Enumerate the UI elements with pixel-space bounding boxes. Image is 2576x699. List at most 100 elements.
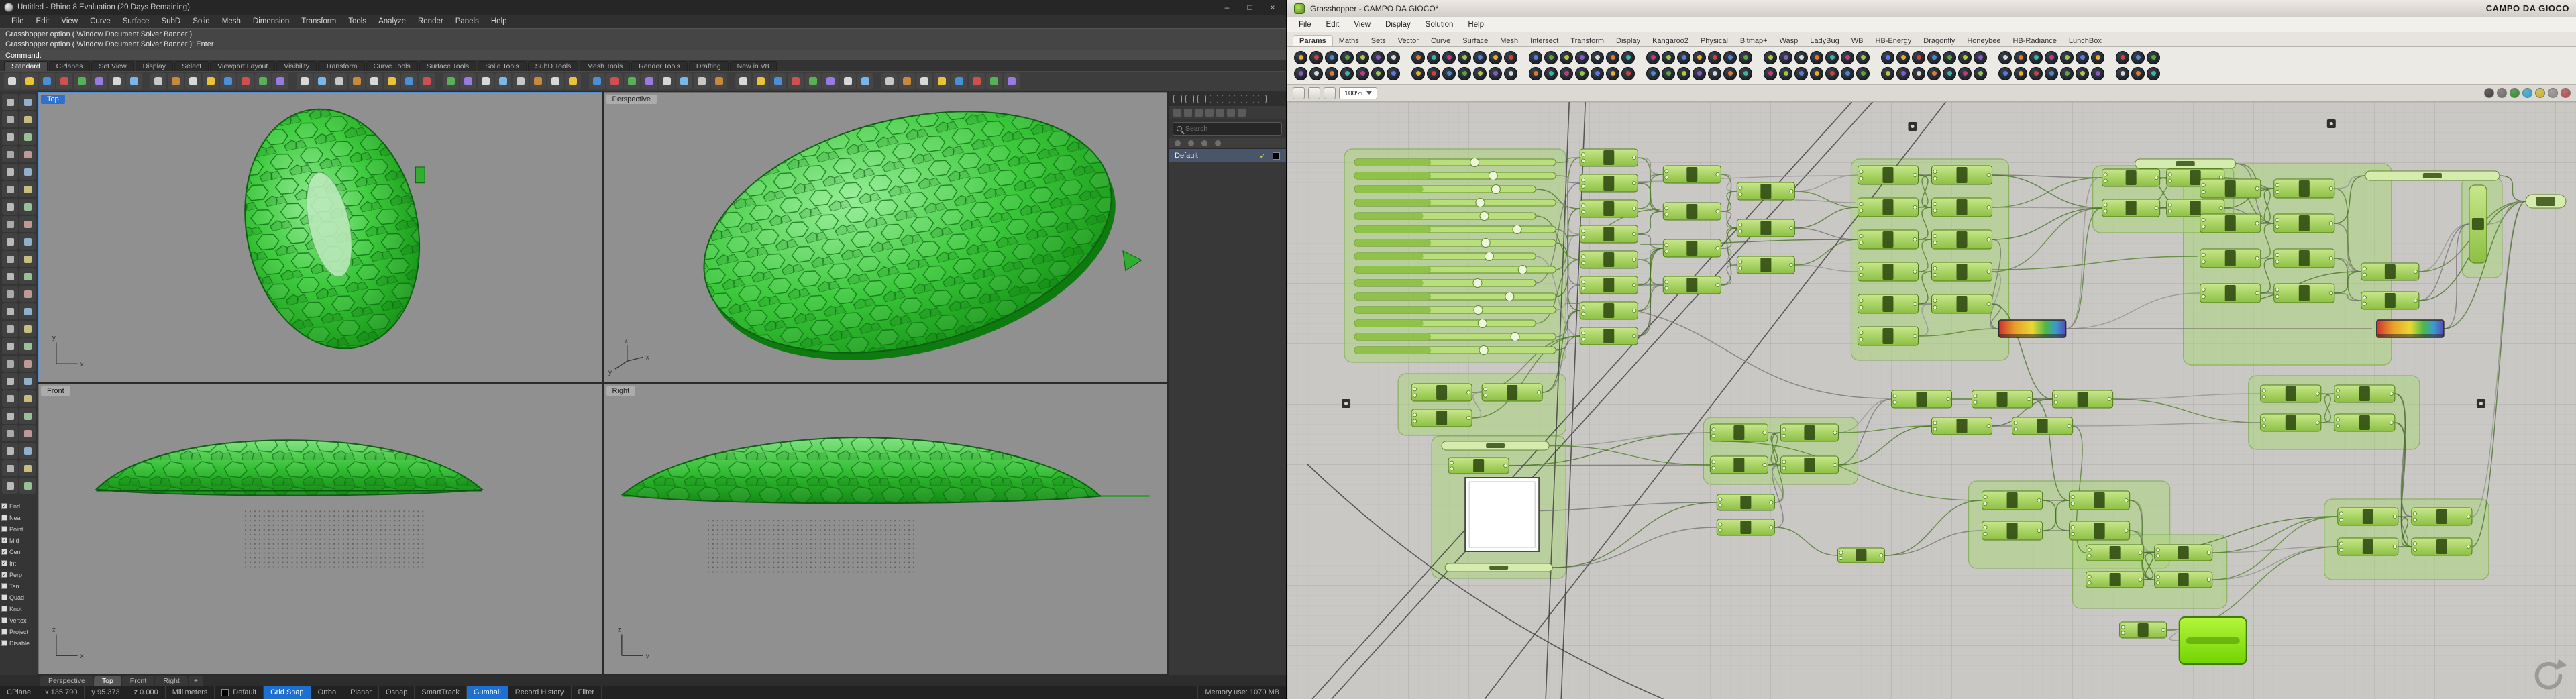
osnap-toggle[interactable]: Knot bbox=[1, 603, 36, 614]
component-tab[interactable]: HB-Energy bbox=[1869, 36, 1917, 46]
gh-component[interactable] bbox=[1931, 229, 1993, 250]
panel-tab-icon[interactable] bbox=[1185, 94, 1194, 103]
canvas-widget[interactable] bbox=[1908, 122, 1917, 131]
save-document-icon[interactable] bbox=[1324, 87, 1336, 99]
gh-component[interactable] bbox=[1931, 417, 1993, 435]
recompute-icon[interactable] bbox=[2529, 656, 2568, 695]
toolbar-icon[interactable] bbox=[805, 73, 821, 89]
toolbar-icon[interactable] bbox=[589, 73, 605, 89]
tool-icon[interactable] bbox=[19, 443, 36, 459]
gh-component[interactable] bbox=[2260, 384, 2322, 403]
component-icon[interactable] bbox=[1708, 66, 1721, 80]
gh-param-pill[interactable] bbox=[2525, 194, 2567, 209]
component-icon[interactable] bbox=[1677, 66, 1690, 80]
component-icon[interactable] bbox=[1958, 50, 1972, 64]
component-icon[interactable] bbox=[1473, 50, 1487, 64]
toolbar-tab[interactable]: Viewport Layout bbox=[210, 61, 276, 71]
status-toggle[interactable]: Filter bbox=[572, 686, 602, 699]
gh-component[interactable] bbox=[1890, 390, 1953, 409]
add-viewport-tab[interactable]: + bbox=[188, 676, 203, 686]
component-tab[interactable]: Vector bbox=[1392, 36, 1425, 46]
gh-component[interactable] bbox=[1716, 494, 1775, 511]
gh-component[interactable] bbox=[1857, 197, 1919, 217]
component-icon[interactable] bbox=[1371, 66, 1385, 80]
menu-item[interactable]: Solid bbox=[186, 17, 216, 25]
component-icon[interactable] bbox=[2029, 66, 2043, 80]
component-icon[interactable] bbox=[1560, 50, 1573, 64]
component-tab[interactable]: Display bbox=[1610, 36, 1646, 46]
tool-icon[interactable] bbox=[2, 268, 18, 284]
viewport-tab[interactable]: Top bbox=[93, 676, 121, 686]
toolbar-icon[interactable] bbox=[624, 73, 640, 89]
gh-component[interactable] bbox=[1982, 490, 2043, 510]
gh-component[interactable] bbox=[2411, 507, 2473, 526]
viewport-top[interactable]: x y Top bbox=[38, 92, 602, 382]
component-tab[interactable]: Honeybee bbox=[1961, 36, 2006, 46]
component-icon[interactable] bbox=[1371, 50, 1385, 64]
gh-component[interactable] bbox=[1857, 326, 1919, 346]
component-icon[interactable] bbox=[2131, 66, 2145, 80]
viewport-right[interactable]: y z Right bbox=[603, 384, 1167, 674]
toolbar-tab[interactable]: Set View bbox=[91, 61, 134, 71]
gh-component[interactable] bbox=[2361, 291, 2420, 310]
gh-number-slider[interactable] bbox=[1354, 305, 1556, 315]
gh-component[interactable] bbox=[2012, 417, 2074, 435]
gh-component[interactable] bbox=[1579, 276, 1638, 294]
menu-item[interactable]: Edit bbox=[1319, 21, 1347, 29]
component-icon[interactable] bbox=[1810, 66, 1823, 80]
gh-component[interactable] bbox=[1857, 262, 1919, 282]
menu-item[interactable]: Curve bbox=[84, 17, 117, 25]
toolbar-icon[interactable] bbox=[237, 73, 254, 89]
canvas-display-toggle[interactable] bbox=[2484, 88, 2494, 98]
menu-item[interactable]: Help bbox=[485, 17, 513, 25]
menu-item[interactable]: View bbox=[55, 17, 84, 25]
canvas-widget[interactable] bbox=[1342, 399, 1351, 408]
component-icon[interactable] bbox=[1387, 50, 1400, 64]
osnap-toggle[interactable]: Disable bbox=[1, 637, 36, 649]
toolbar-icon[interactable] bbox=[109, 73, 125, 89]
component-icon[interactable] bbox=[1974, 66, 1987, 80]
command-prompt[interactable]: Command: bbox=[0, 50, 1286, 60]
component-tab[interactable]: LunchBox bbox=[2063, 36, 2108, 46]
layers-toolbar-icon[interactable] bbox=[1173, 109, 1181, 117]
component-icon[interactable] bbox=[1677, 50, 1690, 64]
menu-item[interactable]: Transform bbox=[295, 17, 342, 25]
status-toggle[interactable]: Gumball bbox=[466, 686, 508, 699]
gh-component[interactable] bbox=[1709, 455, 1768, 474]
gh-component[interactable] bbox=[1931, 197, 1993, 217]
component-icon[interactable] bbox=[1356, 66, 1369, 80]
tool-icon[interactable] bbox=[2, 356, 18, 372]
component-icon[interactable] bbox=[1544, 66, 1558, 80]
viewport-label[interactable]: Front bbox=[41, 386, 70, 396]
gh-component[interactable] bbox=[2334, 384, 2396, 403]
component-icon[interactable] bbox=[1896, 50, 1910, 64]
toolbar-icon[interactable] bbox=[659, 73, 675, 89]
component-icon[interactable] bbox=[1779, 50, 1792, 64]
gh-component[interactable] bbox=[1982, 521, 2043, 541]
tool-icon[interactable] bbox=[2, 251, 18, 267]
tool-icon[interactable] bbox=[2, 94, 18, 110]
component-icon[interactable] bbox=[1489, 66, 1502, 80]
component-icon[interactable] bbox=[1529, 66, 1542, 80]
tool-icon[interactable] bbox=[2, 338, 18, 354]
component-icon[interactable] bbox=[1294, 50, 1307, 64]
gh-number-slider[interactable] bbox=[1354, 332, 1556, 341]
toolbar-icon[interactable] bbox=[641, 73, 657, 89]
gh-component[interactable] bbox=[1716, 519, 1775, 536]
toolbar-tab[interactable]: Select bbox=[174, 61, 209, 71]
osnap-toggle[interactable]: ✓ Int bbox=[1, 557, 36, 569]
gh-boolean-toggle[interactable] bbox=[2178, 616, 2247, 665]
toolbar-tab[interactable]: Standard bbox=[4, 61, 48, 71]
toolbar-tab[interactable]: Drafting bbox=[688, 61, 729, 71]
tool-icon[interactable] bbox=[2, 181, 18, 197]
layers-toolbar-icon[interactable] bbox=[1216, 109, 1224, 117]
canvas-widget[interactable] bbox=[2326, 119, 2336, 128]
viewport-canvas-front[interactable]: x z bbox=[39, 384, 602, 674]
component-icon[interactable] bbox=[1309, 66, 1323, 80]
toolbar-icon[interactable] bbox=[840, 73, 856, 89]
gh-component[interactable] bbox=[2273, 178, 2335, 199]
osnap-toggle[interactable]: ✓ Cen bbox=[1, 546, 36, 557]
gh-component[interactable] bbox=[1736, 182, 1795, 201]
component-tab[interactable]: Kangaroo2 bbox=[1646, 36, 1695, 46]
component-tab[interactable]: Curve bbox=[1425, 36, 1456, 46]
